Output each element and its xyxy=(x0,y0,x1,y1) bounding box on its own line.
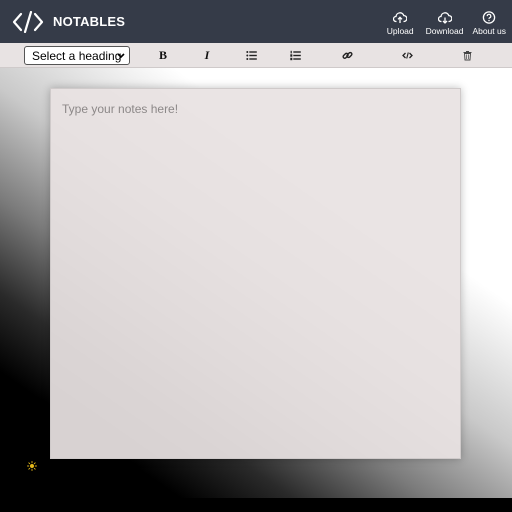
app-header: NOTABLES Upload Download About us xyxy=(0,0,512,43)
italic-button[interactable]: I xyxy=(198,48,216,63)
download-label: Download xyxy=(425,26,464,36)
format-toolbar: Select a heading B I xyxy=(0,43,512,68)
bullet-list-icon xyxy=(245,51,257,60)
numbered-list-button[interactable] xyxy=(286,48,304,63)
link-icon xyxy=(341,51,353,59)
code-button[interactable] xyxy=(398,48,416,63)
upload-button[interactable]: Upload xyxy=(387,0,414,36)
notes-textarea[interactable] xyxy=(51,89,460,458)
bold-label: B xyxy=(158,48,167,62)
italic-label: I xyxy=(204,48,210,62)
cloud-upload-icon xyxy=(393,12,408,23)
header-nav: Upload Download About us xyxy=(387,0,512,43)
code-icon xyxy=(401,52,413,59)
about-us-button[interactable]: About us xyxy=(472,0,506,36)
delete-button[interactable] xyxy=(458,48,476,63)
bullet-list-button[interactable] xyxy=(242,48,260,63)
heading-select-value: Select a heading xyxy=(32,48,122,63)
numbered-list-icon xyxy=(289,50,301,61)
app-window: NOTABLES Upload Download About us Select… xyxy=(0,0,512,498)
sun-icon[interactable] xyxy=(27,461,37,471)
chevron-down-icon xyxy=(117,53,125,59)
question-circle-icon xyxy=(482,11,496,24)
upload-label: Upload xyxy=(386,26,414,36)
about-us-label: About us xyxy=(472,26,506,36)
brand-name: NOTABLES xyxy=(53,14,126,29)
link-button[interactable] xyxy=(338,48,356,63)
bold-button[interactable]: B xyxy=(154,48,172,63)
notes-editor xyxy=(50,88,461,459)
code-brackets-icon xyxy=(12,10,44,33)
download-button[interactable]: Download xyxy=(425,0,464,36)
logo[interactable]: NOTABLES xyxy=(12,10,126,33)
cloud-download-icon xyxy=(437,12,452,24)
trash-icon xyxy=(463,51,471,61)
heading-select[interactable]: Select a heading xyxy=(24,46,130,65)
